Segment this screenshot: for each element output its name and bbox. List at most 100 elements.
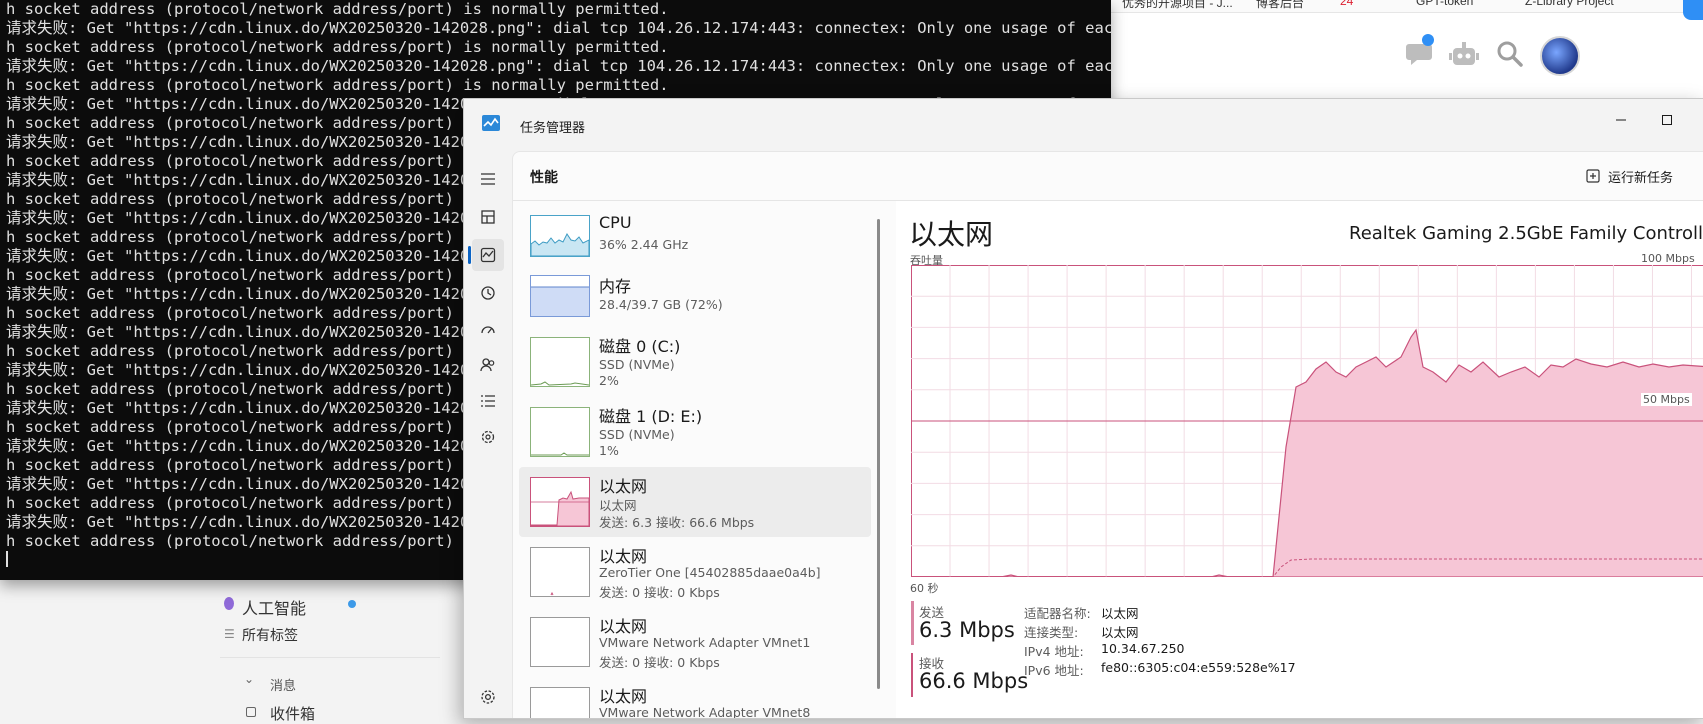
console-line: 请求失败: Get "https://cdn.linux.do/WX202503… xyxy=(6,19,1111,37)
section-header: 性能 运行新任务 xyxy=(513,152,1703,201)
prop-key: 连接类型: xyxy=(1024,622,1078,641)
vmnet1-thumbnail xyxy=(530,617,590,667)
resource-usage: 发送: 0 接收: 0 Kbps xyxy=(599,582,720,601)
all-tags-link[interactable]: 所有标签 xyxy=(242,625,298,645)
chevron-down-icon[interactable]: ⌄ xyxy=(244,672,254,686)
text-cursor xyxy=(6,551,8,567)
divider xyxy=(220,657,440,658)
vmnet8-thumbnail xyxy=(530,687,590,719)
prop-value: 10.34.67.250 xyxy=(1101,641,1185,656)
task-manager-window: 任务管理器 xyxy=(463,98,1703,719)
resource-name: 磁盘 0 (C:) xyxy=(599,333,680,357)
window-title: 任务管理器 xyxy=(520,117,585,136)
services-icon[interactable] xyxy=(472,421,504,453)
unread-dot xyxy=(1422,34,1434,46)
resource-usage: 2% xyxy=(599,373,619,388)
send-indicator xyxy=(911,601,914,645)
bookmark-item[interactable]: Z-Library Project xyxy=(1525,0,1614,8)
resource-sub: SSD (NVMe) xyxy=(599,427,675,442)
resource-list: CPU 36% 2.44 GHz 内存 28.4/39.7 GB (72%) 磁… xyxy=(513,201,883,719)
detail-panel: 以太网 Realtek Gaming 2.5GbE Family Control… xyxy=(896,201,1703,719)
main-panel: 性能 运行新任务 CPU 36% 2.44 GHz 内存 xyxy=(512,151,1703,719)
user-avatar[interactable] xyxy=(1540,36,1580,76)
messages-section[interactable]: 消息 xyxy=(270,675,296,694)
title-bar[interactable]: 任务管理器 xyxy=(464,99,1703,151)
resource-card-ethernet[interactable]: 以太网 以太网 发送: 6.3 接收: 66.6 Mbps xyxy=(519,467,871,537)
processes-icon[interactable] xyxy=(472,201,504,233)
list-icon: ☰ xyxy=(224,627,235,641)
ethernet-thumbnail xyxy=(530,477,590,527)
bookmarks-bar: 优秀的开源项目 - J... 博客后台 24 GPT-token Z-Libra… xyxy=(1020,0,1703,13)
resource-card-memory[interactable]: 内存 28.4/39.7 GB (72%) xyxy=(519,267,871,335)
resource-name: 以太网 xyxy=(599,543,647,567)
startup-apps-icon[interactable] xyxy=(472,313,504,345)
resource-sub: VMware Network Adapter VMnet1 xyxy=(599,635,810,650)
bookmark-item[interactable]: 优秀的开源项目 - J... xyxy=(1122,0,1233,11)
max-scale-label: 100 Mbps xyxy=(1641,252,1695,265)
forum-sidebar: 人工智能 ☰ 所有标签 ⌄ 消息 收件箱 xyxy=(220,575,460,717)
category-icon xyxy=(224,597,234,610)
list-scrollbar[interactable] xyxy=(877,219,880,689)
resource-sub: 28.4/39.7 GB (72%) xyxy=(599,297,723,312)
throughput-graph xyxy=(911,265,1703,577)
chat-icon[interactable] xyxy=(1400,34,1440,74)
console-line: h socket address (protocol/network addre… xyxy=(6,0,669,18)
resource-name: 以太网 xyxy=(599,473,647,497)
disk1-thumbnail xyxy=(530,407,590,457)
resource-card-zerotier[interactable]: 以太网 ZeroTier One [45402885daae0a4b] 发送: … xyxy=(519,537,871,607)
notification-count: 24 xyxy=(1340,0,1353,8)
hamburger-menu-icon[interactable] xyxy=(472,163,504,195)
disk0-thumbnail xyxy=(530,337,590,387)
extension-badge[interactable] xyxy=(1683,0,1703,20)
resource-usage: 发送: 0 接收: 0 Kbps xyxy=(599,652,720,671)
page-title: 性能 xyxy=(530,167,558,187)
prop-key: IPv6 地址: xyxy=(1024,660,1084,679)
receive-value: 66.6 Mbps xyxy=(919,669,1028,693)
memory-thumbnail xyxy=(530,275,590,317)
resource-card-cpu[interactable]: CPU 36% 2.44 GHz xyxy=(519,207,871,275)
resource-card-vmnet8[interactable]: 以太网 VMware Network Adapter VMnet8 xyxy=(519,677,871,719)
cpu-thumbnail xyxy=(530,215,590,257)
users-icon[interactable] xyxy=(472,349,504,381)
resource-sub: 36% 2.44 GHz xyxy=(599,237,688,252)
details-icon[interactable] xyxy=(472,385,504,417)
new-dot xyxy=(348,600,356,608)
minimize-button[interactable] xyxy=(1601,105,1641,135)
app-history-icon[interactable] xyxy=(472,277,504,309)
run-new-task-button[interactable]: 运行新任务 xyxy=(1586,162,1673,190)
prop-key: 适配器名称: xyxy=(1024,603,1091,622)
zerotier-thumbnail xyxy=(530,547,590,597)
inbox-link[interactable]: 收件箱 xyxy=(270,703,315,724)
resource-usage: 1% xyxy=(599,443,619,458)
resource-card-disk1[interactable]: 磁盘 1 (D: E:) SSD (NVMe) 1% xyxy=(519,397,871,467)
resource-sub: SSD (NVMe) xyxy=(599,357,675,372)
resource-name: 内存 xyxy=(599,273,631,297)
prop-value: fe80::6305:c04:e559:528e%17 xyxy=(1101,660,1296,675)
prop-value: 以太网 xyxy=(1101,603,1139,622)
adapter-name: Realtek Gaming 2.5GbE Family Controller xyxy=(1349,223,1703,244)
robot-icon[interactable] xyxy=(1444,34,1484,74)
prop-key: IPv4 地址: xyxy=(1024,641,1084,660)
bookmark-item[interactable]: 博客后台 xyxy=(1256,0,1304,11)
run-task-icon xyxy=(1586,169,1600,183)
bookmark-item[interactable]: GPT-token xyxy=(1416,0,1473,8)
detail-title: 以太网 xyxy=(909,213,993,253)
send-value: 6.3 Mbps xyxy=(919,618,1015,642)
resource-sub: ZeroTier One [45402885daae0a4b] xyxy=(599,565,821,580)
receive-indicator xyxy=(911,653,913,697)
prop-value: 以太网 xyxy=(1101,622,1139,641)
console-line: h socket address (protocol/network addre… xyxy=(6,76,669,94)
resource-name: 以太网 xyxy=(599,683,647,707)
resource-card-vmnet1[interactable]: 以太网 VMware Network Adapter VMnet1 发送: 0 … xyxy=(519,607,871,677)
category-ai[interactable]: 人工智能 xyxy=(242,595,306,619)
maximize-button[interactable] xyxy=(1647,105,1687,135)
performance-icon[interactable] xyxy=(472,239,504,271)
active-indicator xyxy=(468,246,471,264)
resource-name: CPU xyxy=(599,213,632,232)
time-span-label: 60 秒 xyxy=(910,580,939,596)
settings-gear-icon[interactable] xyxy=(472,681,504,713)
run-new-task-label: 运行新任务 xyxy=(1608,167,1673,186)
inbox-icon xyxy=(246,707,256,717)
search-icon[interactable] xyxy=(1490,34,1530,74)
resource-card-disk0[interactable]: 磁盘 0 (C:) SSD (NVMe) 2% xyxy=(519,327,871,397)
